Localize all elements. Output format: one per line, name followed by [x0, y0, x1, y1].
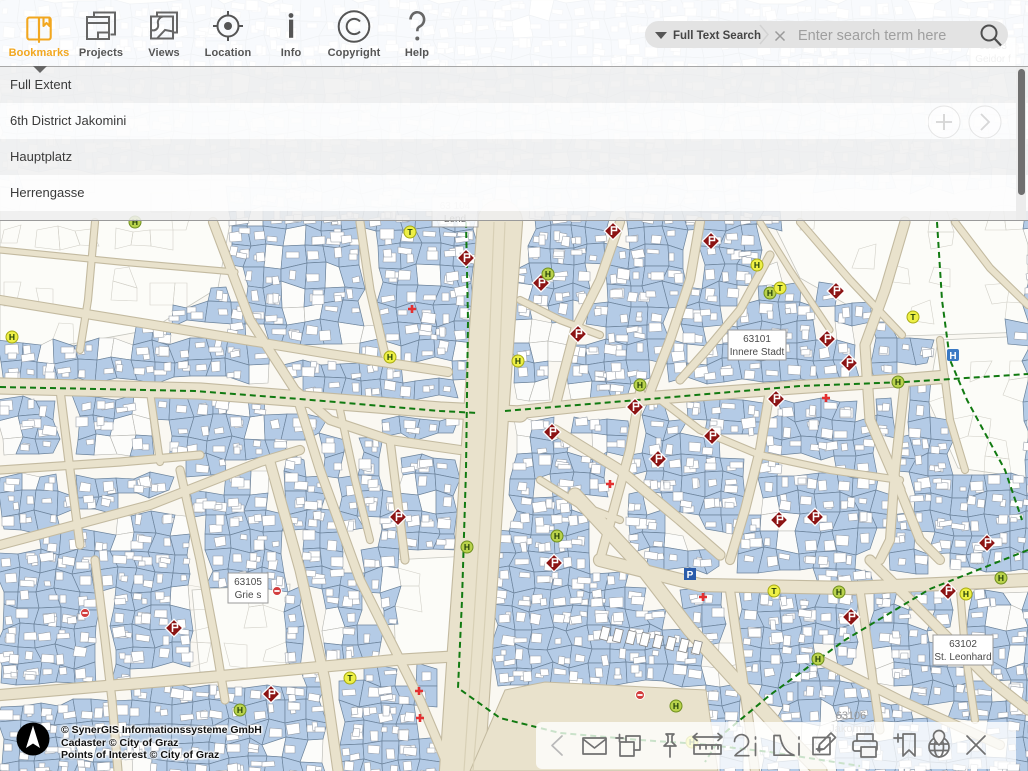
svg-text:H: H — [554, 531, 560, 541]
svg-text:Grie s: Grie s — [235, 590, 262, 601]
svg-text:T: T — [910, 312, 916, 322]
svg-text:H: H — [949, 351, 956, 362]
svg-text:Innere Stadt: Innere Stadt — [730, 347, 785, 358]
svg-text:T: T — [771, 586, 777, 596]
svg-text:H: H — [637, 380, 643, 390]
svg-text:St. Leonhard: St. Leonhard — [934, 652, 991, 663]
svg-text:P: P — [687, 570, 694, 581]
svg-text:H: H — [673, 701, 679, 711]
svg-text:H: H — [815, 654, 821, 664]
svg-text:H: H — [9, 332, 15, 342]
svg-text:63101: 63101 — [743, 334, 771, 345]
svg-text:H: H — [387, 352, 393, 362]
svg-text:H: H — [515, 356, 521, 366]
svg-text:T: T — [777, 283, 783, 293]
svg-text:H: H — [545, 269, 551, 279]
svg-text:63102: 63102 — [949, 639, 977, 650]
svg-text:Full Text Search: Full Text Search — [673, 30, 761, 42]
svg-text:H: H — [754, 260, 760, 270]
svg-text:H: H — [963, 589, 969, 599]
svg-text:H: H — [836, 587, 842, 597]
svg-text:H: H — [767, 288, 773, 298]
svg-text:Enter search term here: Enter search term here — [798, 28, 946, 44]
svg-text:63105: 63105 — [234, 577, 262, 588]
svg-text:H: H — [237, 705, 243, 715]
svg-text:T: T — [407, 227, 413, 237]
svg-text:H: H — [464, 542, 470, 552]
svg-text:H: H — [998, 573, 1004, 583]
svg-text:T: T — [347, 673, 353, 683]
svg-text:63106: 63106 — [836, 710, 867, 722]
svg-text:H: H — [895, 377, 901, 387]
